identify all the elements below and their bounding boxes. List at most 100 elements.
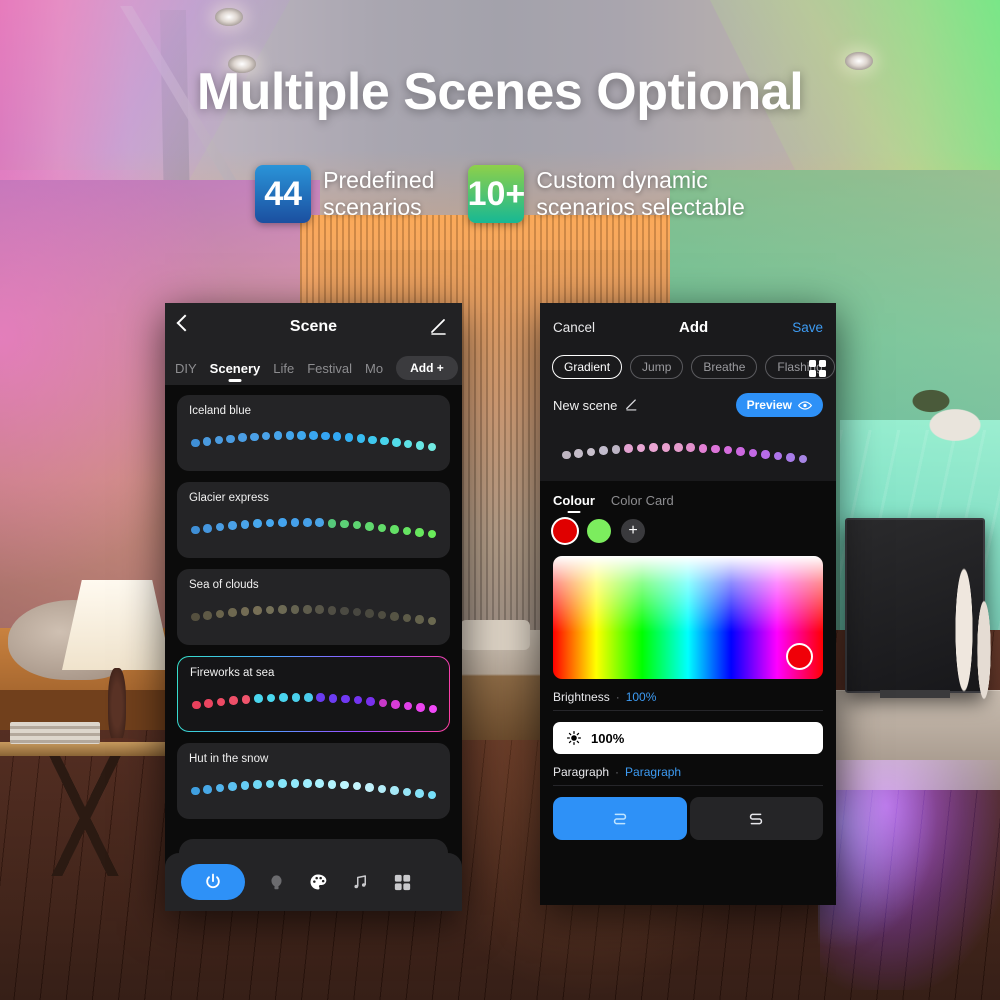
- scene-name-group[interactable]: New scene: [553, 398, 638, 413]
- scene-color-dot: [291, 693, 301, 702]
- color-swatch-row: +: [553, 519, 823, 543]
- pencil-icon[interactable]: [428, 317, 448, 337]
- mode-chip-breathe[interactable]: Breathe: [691, 355, 758, 379]
- brightness-bar-value: 100%: [591, 730, 625, 746]
- scene-color-dot: [428, 704, 437, 714]
- scene-color-dot: [574, 449, 583, 458]
- badge-label-line1: Predefined: [323, 167, 435, 193]
- scene-color-dot: [191, 612, 200, 622]
- scene-color-dot: [250, 432, 259, 442]
- scene-card[interactable]: Glacier express: [177, 482, 450, 558]
- scene-color-dot: [202, 437, 212, 446]
- mode-chip-gradient[interactable]: Gradient: [552, 355, 623, 379]
- scene-color-dot: [723, 445, 733, 455]
- scene-color-dot: [253, 519, 262, 528]
- palette-button[interactable]: [307, 871, 329, 893]
- side-table: [0, 742, 175, 756]
- scene-card[interactable]: Iceland blue: [177, 395, 450, 471]
- scene-color-dot: [215, 522, 225, 532]
- separator: ·: [615, 765, 620, 779]
- add-scene-button[interactable]: Add +: [396, 356, 458, 380]
- tab-diy[interactable]: DIY: [175, 361, 197, 376]
- scene-color-dot: [611, 445, 621, 454]
- scene-color-dot: [316, 693, 325, 702]
- preview-button[interactable]: Preview: [735, 393, 823, 417]
- scene-color-dot: [586, 447, 596, 457]
- brightness-label-row: Brightness · 100%: [553, 679, 823, 711]
- blue-led-glow: [818, 790, 938, 950]
- scene-color-dot: [203, 611, 212, 620]
- scene-color-dot: [390, 525, 399, 534]
- scene-color-dot: [303, 605, 312, 614]
- brightness-slider[interactable]: 100%: [553, 722, 823, 754]
- separator: ·: [615, 690, 620, 704]
- tab-scenery[interactable]: Scenery: [210, 361, 261, 376]
- badge-label-line2: scenarios selectable: [536, 193, 745, 220]
- bulb-button[interactable]: [265, 871, 287, 893]
- flow-reverse-button[interactable]: [689, 797, 823, 840]
- grid-icon[interactable]: [809, 360, 826, 377]
- bulb-icon: [270, 874, 282, 889]
- scene-color-dot: [366, 697, 375, 706]
- scene-color-dot: [191, 525, 200, 535]
- color-swatch-green[interactable]: [587, 519, 611, 543]
- scene-color-dot: [297, 431, 306, 440]
- tab-colour[interactable]: Colour: [553, 493, 595, 508]
- scene-color-dot: [599, 446, 608, 455]
- scene-color-dot: [226, 434, 235, 444]
- scene-color-dot: [390, 612, 399, 621]
- scene-color-strip: [192, 693, 437, 723]
- scene-card[interactable]: Sea of clouds: [177, 569, 450, 645]
- grid-icon: [394, 874, 410, 890]
- flow-forward-icon: [613, 813, 626, 824]
- table-legs: [5, 756, 165, 876]
- more-grid-button[interactable]: [391, 871, 413, 893]
- scene-color-dot: [228, 782, 237, 791]
- scene-card-selected[interactable]: Fireworks at sea: [177, 656, 450, 732]
- grid-cell: [809, 360, 817, 368]
- tab-color-card[interactable]: Color Card: [611, 493, 674, 508]
- scene-color-dot: [265, 605, 275, 615]
- mode-chip-row: Gradient Jump Breathe Flashing: [540, 351, 836, 391]
- scene-color-dot: [265, 518, 275, 528]
- scene-color-dot: [191, 786, 200, 796]
- mode-chip-jump[interactable]: Jump: [630, 355, 684, 379]
- power-button[interactable]: [181, 864, 245, 900]
- scene-color-dot: [403, 439, 413, 449]
- scene-color-dot: [748, 448, 758, 458]
- tab-festival[interactable]: Festival: [307, 361, 352, 376]
- scene-color-dot: [340, 606, 349, 616]
- color-picker-field[interactable]: [553, 556, 823, 679]
- scene-color-dot: [356, 434, 366, 443]
- save-button[interactable]: Save: [792, 320, 823, 335]
- scene-color-dot: [761, 450, 770, 459]
- pencil-icon[interactable]: [624, 398, 638, 412]
- chevron-left-icon[interactable]: [176, 314, 194, 332]
- scene-color-dot: [327, 519, 337, 528]
- add-color-button[interactable]: +: [621, 519, 645, 543]
- badge-label: Custom dynamic scenarios selectable: [536, 165, 744, 221]
- color-swatch-red[interactable]: [553, 519, 577, 543]
- scene-color-dot: [649, 443, 658, 452]
- scene-color-dot: [328, 694, 338, 703]
- scene-color-dot: [191, 438, 200, 448]
- scene-color-dot: [266, 693, 276, 703]
- scene-color-dot: [624, 444, 633, 453]
- scene-color-dot: [415, 528, 424, 537]
- scene-card[interactable]: Hut in the snow: [177, 743, 450, 819]
- scene-color-dot: [290, 518, 300, 527]
- color-picker-knob[interactable]: [786, 643, 813, 670]
- badge-value: 10+: [468, 165, 525, 223]
- music-button[interactable]: [349, 871, 371, 893]
- page-title: Add: [679, 318, 709, 336]
- magazine-stack: [10, 722, 100, 744]
- toolbar-peek-card: [179, 839, 448, 853]
- tab-more[interactable]: Mo: [365, 361, 383, 376]
- tab-life[interactable]: Life: [273, 361, 294, 376]
- cancel-button[interactable]: Cancel: [553, 320, 595, 335]
- brightness-value: 100%: [625, 690, 657, 704]
- scene-color-dot: [327, 780, 337, 789]
- flow-forward-button[interactable]: [553, 797, 687, 840]
- scene-color-dot: [340, 519, 349, 529]
- scene-color-strip: [191, 431, 438, 461]
